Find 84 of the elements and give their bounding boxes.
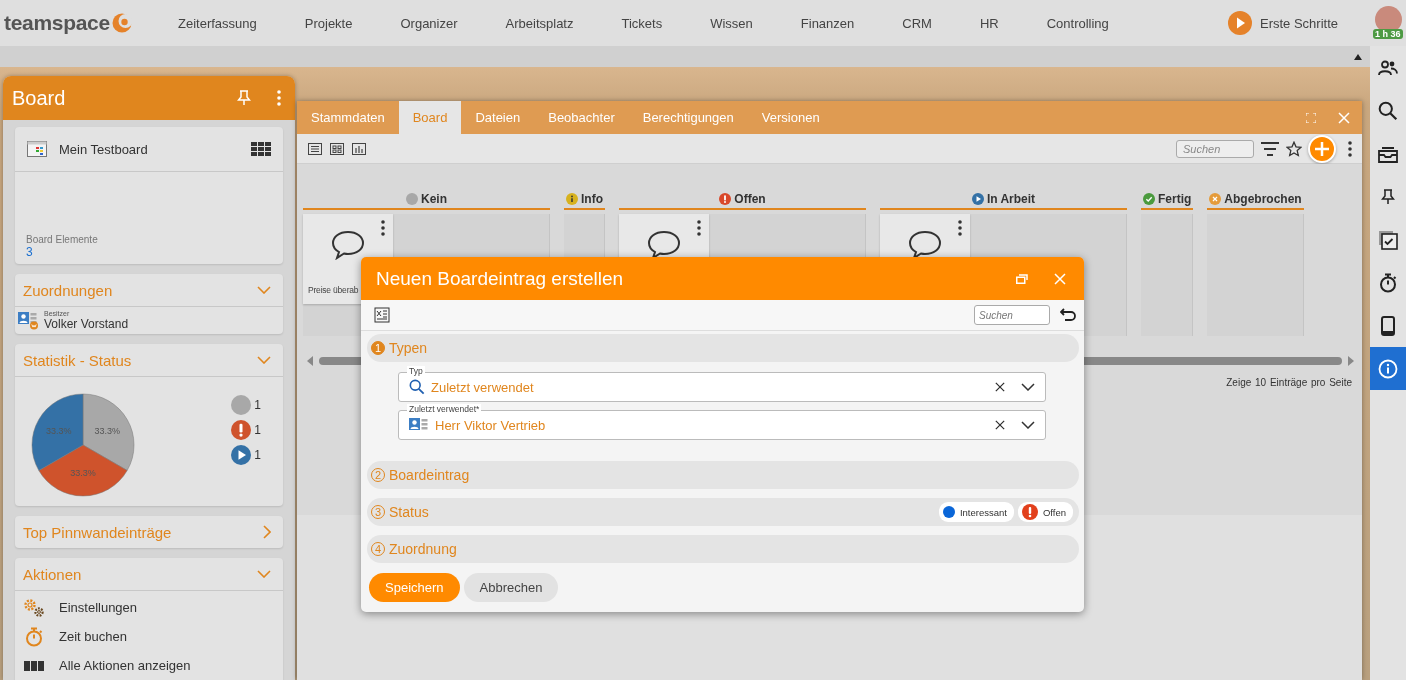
nav-link[interactable]: Finanzen: [776, 15, 879, 31]
plus-icon: [1314, 140, 1330, 157]
nav-link[interactable]: CRM: [878, 15, 956, 31]
timer-badge: 1 h 36: [1373, 29, 1403, 39]
nav-link[interactable]: Controlling: [1022, 15, 1133, 31]
nav-link[interactable]: Organizer: [376, 15, 482, 31]
search-icon[interactable]: [409, 379, 425, 395]
status-chip[interactable]: Interessant: [938, 502, 1014, 522]
check-icon: [1143, 192, 1155, 205]
search-field[interactable]: Suchen: [974, 305, 1050, 325]
grid-icon: [24, 660, 44, 671]
more-icon[interactable]: [381, 220, 385, 236]
board-name[interactable]: Mein Testboard: [59, 141, 239, 157]
cancel-button[interactable]: Abbrechen: [463, 573, 559, 602]
filter-icon[interactable]: [1260, 141, 1280, 156]
search-icon[interactable]: [1378, 100, 1398, 121]
data-label: 33.3%: [45, 426, 72, 436]
column-header: Kein: [303, 189, 550, 210]
legend-count: 1: [254, 423, 261, 437]
more-icon[interactable]: [1348, 140, 1352, 157]
more-icon[interactable]: [697, 220, 701, 236]
clear-icon[interactable]: [995, 382, 1005, 392]
action-link[interactable]: Einstellungen: [59, 600, 138, 615]
nav-link[interactable]: Wissen: [686, 15, 777, 31]
column-header: Info: [564, 189, 605, 210]
pin-icon[interactable]: [1381, 188, 1395, 205]
element-count[interactable]: 3: [26, 245, 283, 259]
chart-view-icon[interactable]: [351, 140, 367, 157]
checkbox-list-icon[interactable]: [1378, 229, 1398, 250]
gears-icon: [23, 597, 45, 618]
collapse-icon[interactable]: [1354, 53, 1362, 60]
status-chip[interactable]: Offen: [1017, 502, 1073, 522]
section-header[interactable]: 3 Status Interessant Offen: [367, 498, 1079, 526]
nav-link[interactable]: Tickets: [597, 15, 687, 31]
tray-icon[interactable]: [1378, 144, 1398, 163]
undo-icon[interactable]: [1060, 308, 1076, 322]
clear-icon[interactable]: [995, 420, 1005, 430]
action-link[interactable]: Alle Aktionen anzeigen: [59, 658, 191, 673]
people-icon[interactable]: [1378, 59, 1398, 76]
circle-icon: [406, 192, 418, 205]
owner-name[interactable]: Volker Vorstand: [44, 317, 129, 331]
nav-link[interactable]: Projekte: [280, 15, 377, 31]
column-header: Abgebrochen: [1207, 189, 1304, 210]
column-header: Fertig: [1141, 189, 1194, 210]
data-label: 33.3%: [94, 426, 121, 436]
info-icon: [566, 192, 578, 205]
list-view-icon[interactable]: [307, 140, 323, 157]
play-icon: [1227, 11, 1252, 35]
column-header: In Arbeit: [880, 189, 1127, 210]
speech-bubble-icon: [331, 230, 365, 260]
search-field[interactable]: Suchen: [1176, 139, 1254, 158]
step-number: 1: [371, 341, 385, 355]
nav-link[interactable]: Arbeitsplatz: [481, 15, 598, 31]
field-label: Board Elemente: [26, 234, 99, 245]
info-icon[interactable]: [1378, 358, 1398, 379]
column-header: Offen: [619, 189, 866, 210]
dropdown-icon[interactable]: [1021, 383, 1035, 391]
panel-title: Board: [12, 86, 67, 110]
more-icon[interactable]: [958, 220, 962, 236]
board-icon: [27, 141, 47, 157]
stopwatch-icon[interactable]: [1378, 272, 1398, 293]
contact-card-icon: [18, 311, 40, 330]
play-icon: [971, 192, 984, 205]
speech-bubble-icon: [908, 230, 942, 260]
speech-bubble-icon: [647, 230, 681, 260]
data-label: 33.3%: [70, 468, 96, 478]
star-icon[interactable]: [1286, 140, 1302, 157]
logo-text[interactable]: teamspace: [4, 11, 110, 35]
legend-count: 1: [254, 398, 261, 412]
cross-icon: [1209, 192, 1222, 205]
action-link[interactable]: Zeit buchen: [59, 629, 127, 644]
nav-link[interactable]: HR: [955, 15, 1023, 31]
grid-icon[interactable]: [251, 142, 271, 156]
nav-link[interactable]: Zeiterfassung: [154, 15, 281, 31]
spreadsheet-icon[interactable]: [374, 307, 390, 323]
paging-text: Zeige 10 Einträge pro Seite: [1226, 377, 1353, 388]
dropdown-icon[interactable]: [1021, 421, 1035, 429]
getting-started-button[interactable]: Erste Schritte: [1227, 11, 1338, 35]
exclamation-icon: [719, 192, 732, 205]
legend-count: 1: [254, 448, 261, 462]
contact-card-icon: [409, 418, 429, 432]
phone-icon[interactable]: [1381, 315, 1395, 336]
card-title: Preise überab: [307, 285, 359, 295]
tile-view-icon[interactable]: [329, 140, 345, 157]
